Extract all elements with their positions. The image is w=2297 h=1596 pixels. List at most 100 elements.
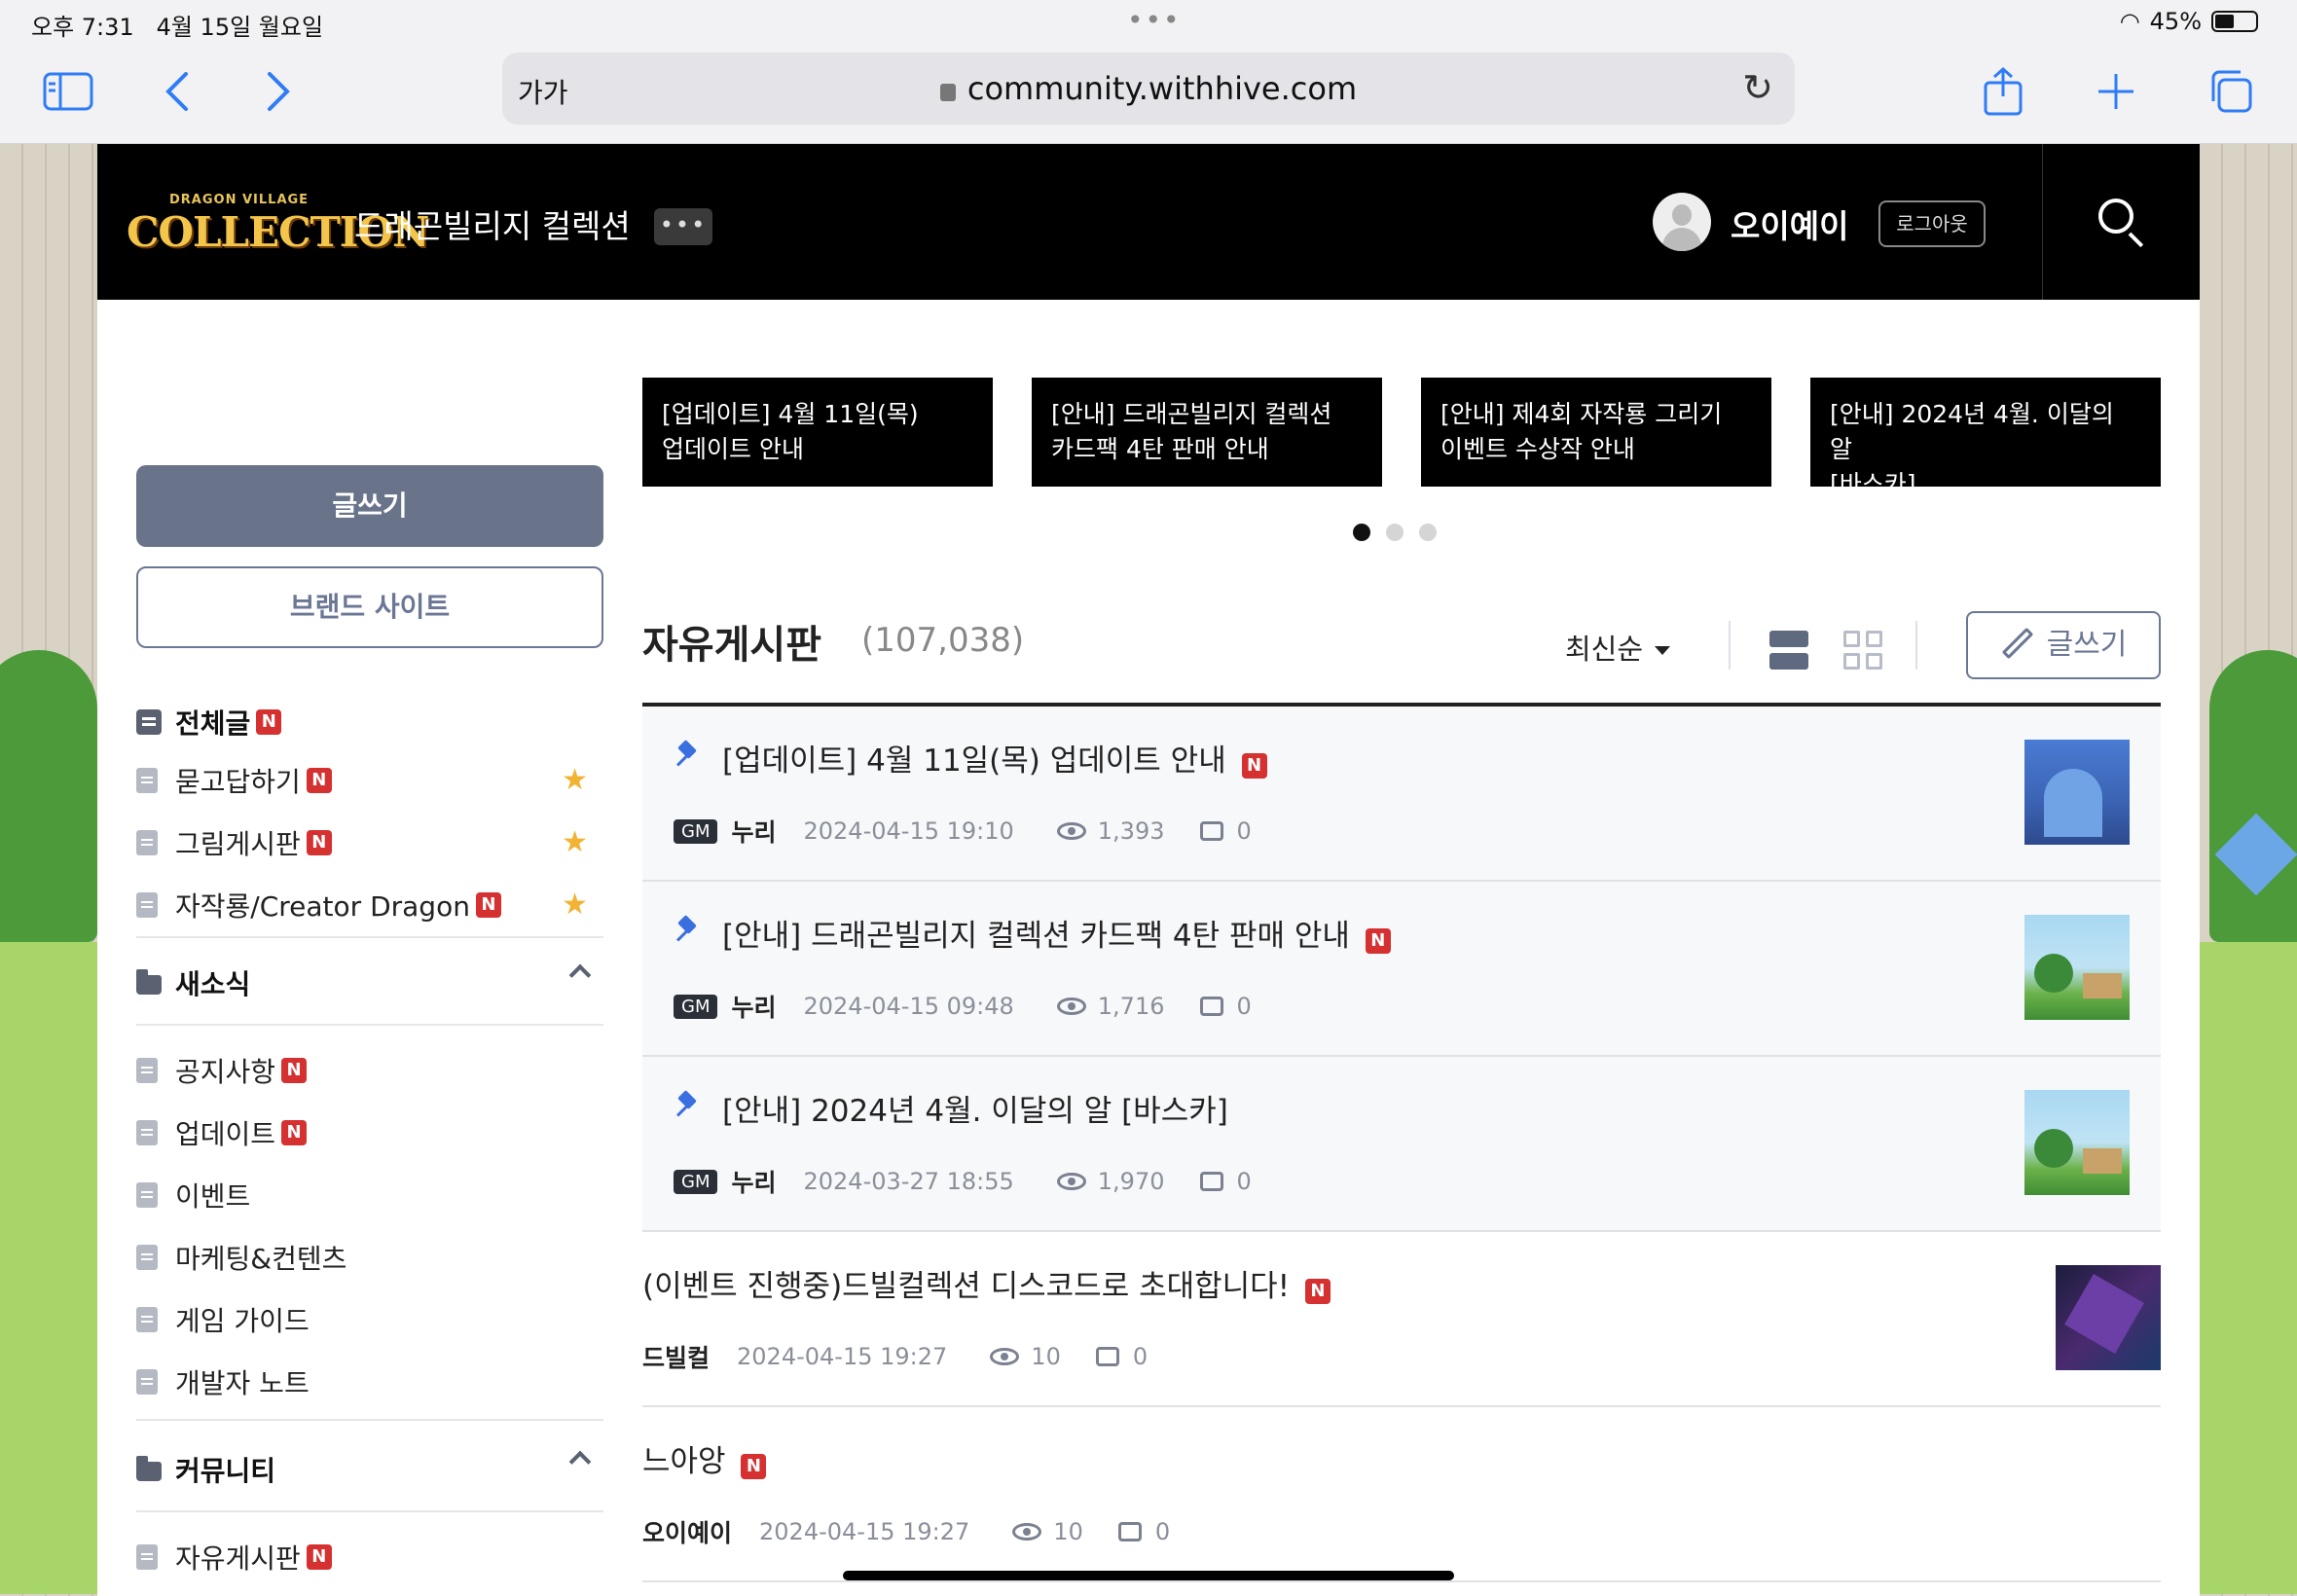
sidebar-item-notice[interactable]: 공지사항 N xyxy=(136,1039,603,1102)
new-badge: N xyxy=(281,1120,308,1145)
news-section: 새소식 공지사항 N 업데이트 N 이벤트 마케팅&컨텐츠 게임 가이드 개발자… xyxy=(136,956,603,1421)
post-date: 2024-04-15 19:27 xyxy=(759,1518,970,1545)
more-menu-button[interactable]: ••• xyxy=(654,208,712,245)
favorites-section: 전체글 N 묻고답하기 N ★ 그림게시판 N ★ 자작룡/Creator Dr… xyxy=(136,695,603,938)
chevron-up-icon[interactable] xyxy=(568,963,592,987)
post-meta: GM 누리 2024-03-27 18:55 1,970 0 xyxy=(674,1164,1252,1199)
multitask-dots[interactable]: ••• xyxy=(1127,4,1182,36)
sidebar-item-all-posts[interactable]: 전체글 N xyxy=(136,695,603,749)
divider xyxy=(136,1510,603,1512)
star-icon[interactable]: ★ xyxy=(562,825,588,859)
post-author[interactable]: 누리 xyxy=(731,1164,776,1199)
notice-card-3[interactable]: [안내] 제4회 자작룡 그리기 이벤트 수상작 안내 xyxy=(1421,378,1771,487)
battery-percent: 45% xyxy=(2149,8,2202,35)
site-logo[interactable]: DRAGON VILLAGE COLLECTION xyxy=(127,193,429,261)
background-art-right xyxy=(2200,144,2297,1596)
board-post-count: (107,038) xyxy=(861,621,1025,660)
post-thumbnail[interactable] xyxy=(2024,740,2130,845)
post-row[interactable]: 느아앙 N 오이예이 2024-04-15 19:27 10 0 xyxy=(642,1407,2161,1582)
new-tab-icon[interactable] xyxy=(2087,62,2145,121)
post-date: 2024-04-15 09:48 xyxy=(803,993,1014,1020)
url-text[interactable]: community.withhive.com xyxy=(502,70,1795,107)
new-badge: N xyxy=(741,1454,767,1479)
board-write-button[interactable]: 글쓰기 xyxy=(1966,611,2161,679)
board-title: 자유게시판 xyxy=(642,623,821,668)
back-icon[interactable] xyxy=(148,62,206,121)
avatar[interactable] xyxy=(1653,193,1711,251)
notice-card-1[interactable]: [업데이트] 4월 11일(목) 업데이트 안내 xyxy=(642,378,993,487)
document-icon xyxy=(136,1544,158,1570)
home-indicator[interactable] xyxy=(843,1571,1454,1580)
site-title[interactable]: 드래곤빌리지 컬렉션 xyxy=(354,200,631,247)
divider xyxy=(136,936,603,938)
sidebar-write-button[interactable]: 글쓰기 xyxy=(136,465,603,547)
list-view-icon[interactable] xyxy=(1769,631,1808,670)
sidebar-item-dev-notes[interactable]: 개발자 노트 xyxy=(136,1351,603,1413)
chevron-up-icon[interactable] xyxy=(568,1450,592,1473)
document-icon xyxy=(136,1120,158,1145)
post-author[interactable]: 오이예이 xyxy=(642,1514,732,1549)
post-author[interactable]: 누리 xyxy=(731,989,776,1024)
sidebar-item-marketing[interactable]: 마케팅&컨텐츠 xyxy=(136,1226,603,1288)
post-title[interactable]: 느아앙 N xyxy=(642,1436,767,1480)
sidebar-item-art[interactable]: 그림게시판 N ★ xyxy=(136,812,603,874)
news-section-header[interactable]: 새소식 xyxy=(136,956,603,1010)
post-thumbnail[interactable] xyxy=(2056,1265,2161,1370)
sidebar-item-qna[interactable]: 묻고답하기 N ★ xyxy=(136,749,603,812)
post-thumbnail[interactable] xyxy=(2024,915,2130,1020)
carousel-dot-2[interactable] xyxy=(1386,524,1404,541)
sidebar-item-free-board[interactable]: 자유게시판 N xyxy=(136,1526,603,1588)
new-badge: N xyxy=(1241,753,1267,779)
star-icon[interactable]: ★ xyxy=(562,888,588,922)
post-views: 1,716 xyxy=(1097,993,1165,1020)
post-row[interactable]: [안내] 2024년 4월. 이달의 알 [바스카] GM 누리 2024-03… xyxy=(642,1057,2161,1232)
post-author[interactable]: 드빌컬 xyxy=(642,1339,710,1374)
username[interactable]: 오이예이 xyxy=(1731,200,1848,247)
search-icon[interactable] xyxy=(2095,195,2149,249)
post-title[interactable]: [안내] 2024년 4월. 이달의 알 [바스카] xyxy=(722,1086,1228,1130)
forward-icon[interactable] xyxy=(249,62,308,121)
grid-view-icon[interactable] xyxy=(1843,631,1882,670)
post-row[interactable]: [업데이트] 4월 11일(목) 업데이트 안내 N GM 누리 2024-04… xyxy=(642,707,2161,882)
share-icon[interactable] xyxy=(1974,62,2032,121)
notice-card-4[interactable]: [안내] 2024년 4월. 이달의 알 [바스카] xyxy=(1810,378,2161,498)
notice-card-2[interactable]: [안내] 드래곤빌리지 컬렉션 카드팩 4탄 판매 안내 xyxy=(1032,378,1382,487)
gm-badge: GM xyxy=(674,818,718,844)
sidebar-item-game-guide[interactable]: 게임 가이드 xyxy=(136,1288,603,1351)
post-meta: GM 누리 2024-04-15 19:10 1,393 0 xyxy=(674,814,1252,849)
sort-dropdown[interactable]: 최신순 xyxy=(1565,627,1671,668)
tabs-icon[interactable] xyxy=(2202,62,2260,121)
community-section: 커뮤니티 자유게시판 N xyxy=(136,1442,603,1588)
community-section-header[interactable]: 커뮤니티 xyxy=(136,1442,603,1497)
document-icon xyxy=(136,892,158,918)
brand-site-button[interactable]: 브랜드 사이트 xyxy=(136,566,603,648)
new-badge: N xyxy=(256,709,282,735)
post-meta: 오이예이 2024-04-15 19:27 10 0 xyxy=(642,1514,1170,1549)
new-badge: N xyxy=(281,1058,308,1083)
sidebar-toggle-icon[interactable] xyxy=(39,62,97,121)
post-title[interactable]: [업데이트] 4월 11일(목) 업데이트 안내 N xyxy=(722,736,1267,780)
document-icon xyxy=(136,1369,158,1395)
post-title[interactable]: (이벤트 진행중)드빌컬렉션 디스코드로 초대합니다! N xyxy=(642,1261,1331,1305)
document-icon xyxy=(136,768,158,793)
post-author[interactable]: 누리 xyxy=(731,814,776,849)
folder-icon xyxy=(136,969,162,995)
reload-icon[interactable]: ↻ xyxy=(1742,66,1773,109)
pin-icon xyxy=(675,744,697,765)
sidebar-item-update[interactable]: 업데이트 N xyxy=(136,1102,603,1164)
post-row[interactable]: (이벤트 진행중)드빌컬렉션 디스코드로 초대합니다! N 드빌컬 2024-0… xyxy=(642,1232,2161,1407)
carousel-dot-1[interactable] xyxy=(1353,524,1370,541)
post-date: 2024-03-27 18:55 xyxy=(803,1168,1014,1195)
folder-icon xyxy=(136,1456,162,1481)
post-row[interactable]: [안내] 드래곤빌리지 컬렉션 카드팩 4탄 판매 안내 N GM 누리 202… xyxy=(642,882,2161,1057)
star-icon[interactable]: ★ xyxy=(562,763,588,797)
carousel-dot-3[interactable] xyxy=(1419,524,1437,541)
sidebar: 글쓰기 브랜드 사이트 전체글 N 묻고답하기 N ★ 그림게시판 N ★ 자작… xyxy=(136,465,603,1575)
sidebar-item-creator-dragon[interactable]: 자작룡/Creator Dragon N ★ xyxy=(136,874,603,936)
post-thumbnail[interactable] xyxy=(2024,1090,2130,1195)
sidebar-item-event[interactable]: 이벤트 xyxy=(136,1164,603,1226)
post-title[interactable]: [안내] 드래곤빌리지 컬렉션 카드팩 4탄 판매 안내 N xyxy=(722,911,1391,955)
logout-button[interactable]: 로그아웃 xyxy=(1878,200,1986,247)
address-bar[interactable]: 가가 community.withhive.com ↻ xyxy=(502,53,1795,125)
new-badge: N xyxy=(306,768,332,793)
